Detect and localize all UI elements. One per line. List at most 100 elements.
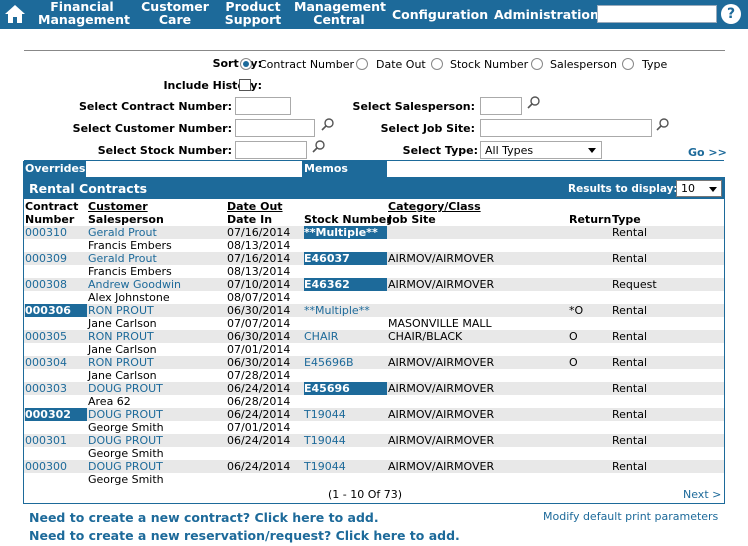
contract-number-link[interactable]: 000308 [25, 278, 67, 291]
category-class: AIRMOV/AIRMOVER [388, 278, 495, 291]
col-type-header: Type [612, 213, 641, 226]
salesperson: Jane Carlson [88, 369, 157, 382]
table-row-detail: Jane Carlson 07/07/2014 MASONVILLE MALL [24, 317, 724, 330]
nav-financial-management[interactable]: Financial Management [38, 0, 130, 26]
stock-number-link[interactable]: CHAIR [304, 330, 338, 343]
customer-link[interactable]: RON PROUT [88, 330, 154, 343]
contract-number-link[interactable]: 000304 [25, 356, 67, 369]
nav-label: Care [158, 12, 192, 27]
contract-number-link[interactable]: 000303 [25, 382, 67, 395]
search-icon[interactable] [321, 117, 335, 131]
new-reservation-link[interactable]: Need to create a new reservation/request… [29, 528, 460, 543]
modify-print-params-link[interactable]: Modify default print parameters [543, 510, 718, 523]
contract-number-link[interactable]: 000305 [25, 330, 67, 343]
salesperson: Francis Embers [88, 265, 172, 278]
stock-number-link[interactable]: E45696B [304, 356, 354, 369]
contract-number-input[interactable] [235, 97, 291, 115]
sort-radio-type[interactable] [622, 58, 634, 70]
nav-label: Configuration [392, 7, 489, 22]
type-select[interactable]: All Types [480, 141, 602, 159]
panel-title: Rental Contracts [29, 181, 148, 196]
divider [24, 50, 725, 51]
select-salesperson-label: Select Salesperson: [352, 100, 475, 113]
next-page-link[interactable]: Next > [683, 488, 721, 501]
nav-product-support[interactable]: Product Support [222, 0, 284, 26]
overrides-tab[interactable]: Overrides [23, 161, 86, 177]
sort-radio-stock[interactable] [431, 58, 443, 70]
stock-number-link[interactable]: E45696 [304, 382, 387, 395]
new-contract-link[interactable]: Need to create a new contract? Click her… [29, 510, 379, 525]
contract-number-link[interactable]: 000300 [25, 460, 67, 473]
stock-number-link[interactable]: T19044 [304, 460, 346, 473]
col-customer-header: Customer Salesperson [88, 200, 164, 226]
stock-number-link[interactable]: E46362 [304, 278, 387, 291]
nav-search-input[interactable] [597, 5, 717, 23]
sort-radio-contract[interactable] [240, 58, 252, 70]
date-out: 06/30/2014 [227, 304, 291, 317]
salesperson: Jane Carlson [88, 343, 157, 356]
stock-number-link[interactable]: **Multiple** [304, 304, 370, 317]
customer-link[interactable]: RON PROUT [88, 356, 154, 369]
contract-number-link[interactable]: 000310 [25, 226, 67, 239]
table-row-detail: Francis Embers 08/13/2014 [24, 265, 724, 278]
nav-configuration[interactable]: Configuration [392, 8, 488, 21]
nav-administration[interactable]: Administration [494, 8, 599, 21]
col-stock-header: Stock Number [304, 213, 392, 226]
stock-number-link[interactable]: E46037 [304, 252, 387, 265]
stock-number-link[interactable]: T19044 [304, 434, 346, 447]
date-in: 08/07/2014 [227, 291, 291, 304]
date-out: 06/30/2014 [227, 356, 291, 369]
results-select[interactable]: 10 [676, 180, 722, 197]
sort-radio-date-out[interactable] [356, 58, 368, 70]
customer-link[interactable]: Andrew Goodwin [88, 278, 181, 291]
sort-option-label: Date Out [376, 58, 426, 71]
contract-type: Rental [612, 408, 647, 421]
contract-number-link[interactable]: 000302 [25, 408, 87, 421]
search-icon[interactable] [527, 95, 541, 109]
nav-label: Central [313, 12, 365, 27]
contract-type: Request [612, 278, 657, 291]
header-line[interactable]: Category/Class [388, 200, 481, 213]
nav-management-central[interactable]: Management Central [294, 0, 386, 27]
contract-type: Rental [612, 460, 647, 473]
stock-number-link[interactable]: **Multiple** [304, 226, 387, 239]
header-line[interactable]: Date Out [227, 200, 283, 213]
customer-link[interactable]: RON PROUT [88, 304, 154, 317]
stock-number-link[interactable]: T19044 [304, 408, 346, 421]
sort-radio-salesperson[interactable] [531, 58, 543, 70]
header-line: Number [25, 213, 75, 226]
return-status: O [569, 330, 578, 343]
customer-link[interactable]: DOUG PROUT [88, 460, 163, 473]
contract-number-link[interactable]: 000309 [25, 252, 67, 265]
search-icon[interactable] [312, 139, 326, 153]
nav-customer-care[interactable]: Customer Care [138, 0, 212, 26]
col-category-header: Category/Class Job Site [388, 200, 481, 226]
customer-link[interactable]: DOUG PROUT [88, 434, 163, 447]
home-icon[interactable] [4, 3, 26, 25]
select-customer-label: Select Customer Number: [72, 122, 232, 135]
customer-number-input[interactable] [235, 119, 315, 137]
chevron-down-icon [588, 148, 596, 153]
include-history-checkbox[interactable] [239, 79, 251, 91]
stock-number-input[interactable] [235, 141, 307, 159]
category-class: AIRMOV/AIRMOVER [388, 252, 495, 265]
header-line[interactable]: Customer [88, 200, 164, 213]
memos-tab[interactable]: Memos [302, 161, 387, 177]
results-to-display-label: Results to display: [568, 183, 678, 195]
contract-type: Rental [612, 304, 647, 317]
help-icon[interactable]: ? [721, 4, 741, 24]
customer-link[interactable]: DOUG PROUT [88, 382, 163, 395]
salesperson-input[interactable] [480, 97, 522, 115]
table-row: 000308 Andrew Goodwin 07/10/2014 E46362 AIRM… [24, 278, 724, 291]
table-row: 000300 DOUG PROUT 06/24/2014 T19044 AIRMOV/A… [24, 460, 724, 473]
go-button[interactable]: Go >> [688, 146, 727, 159]
contract-number-link[interactable]: 000306 [25, 304, 87, 317]
search-icon[interactable] [656, 117, 670, 131]
customer-link[interactable]: Gerald Prout [88, 252, 157, 265]
contract-number-link[interactable]: 000301 [25, 434, 67, 447]
panel-header: Rental Contracts Results to display: 10 [24, 178, 724, 199]
customer-link[interactable]: Gerald Prout [88, 226, 157, 239]
customer-link[interactable]: DOUG PROUT [88, 408, 163, 421]
jobsite-input[interactable] [480, 119, 652, 137]
salesperson: George Smith [88, 473, 164, 486]
